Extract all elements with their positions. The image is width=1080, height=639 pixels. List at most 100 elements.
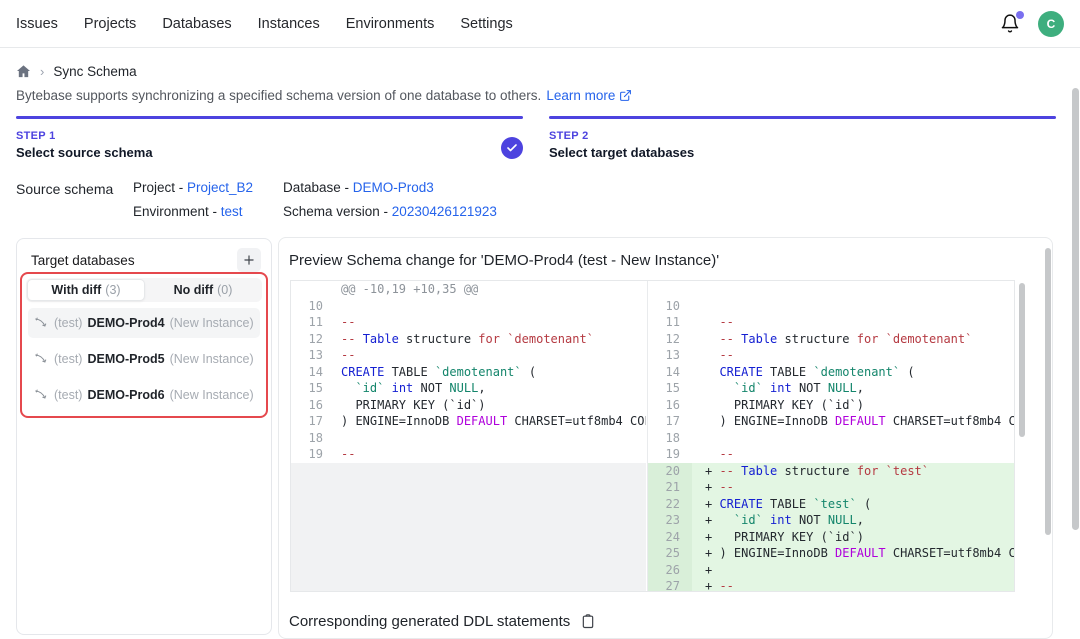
- nav-item-environments[interactable]: Environments: [346, 16, 435, 32]
- diff-line: 24+ PRIMARY KEY (`id`): [648, 529, 1015, 546]
- learn-more-link[interactable]: Learn more: [546, 88, 632, 103]
- nav-item-issues[interactable]: Issues: [16, 16, 58, 32]
- target-databases-title: Target databases: [31, 253, 135, 268]
- environment-link[interactable]: test: [221, 204, 243, 219]
- nav-item-instances[interactable]: Instances: [258, 16, 320, 32]
- diff-filter-tabs: With diff(3)No diff(0): [26, 278, 262, 302]
- database-name: DEMO-Prod5: [87, 352, 164, 366]
- tab-label: No diff: [174, 283, 214, 297]
- step-complete-check-icon: [501, 137, 523, 159]
- target-database-row[interactable]: (test)DEMO-Prod4(New Instance): [28, 308, 260, 338]
- target-database-row[interactable]: (test)DEMO-Prod5(New Instance): [28, 344, 260, 374]
- mysql-dolphin-icon: [34, 388, 49, 403]
- schema-diff-editor[interactable]: @@ -10,19 +10,35 @@1011--12-- Table stru…: [290, 280, 1015, 592]
- notifications-button[interactable]: [1000, 13, 1022, 35]
- line-number: 10: [291, 298, 341, 315]
- diff-line: 25+ ) ENGINE=InnoDB DEFAULT CHARSET=utf8…: [648, 545, 1015, 562]
- code-text: PRIMARY KEY (`id`): [692, 397, 1015, 414]
- code-text: @@ -10,19 +10,35 @@: [341, 281, 646, 298]
- diff-line: 13--: [291, 347, 646, 364]
- diff-line: 15 `id` int NOT NULL,: [291, 380, 646, 397]
- line-number: 13: [291, 347, 341, 364]
- nav-item-projects[interactable]: Projects: [84, 16, 136, 32]
- editor-scrollbar[interactable]: [1019, 283, 1025, 437]
- code-text: `id` int NOT NULL,: [692, 380, 1015, 397]
- copy-ddl-button[interactable]: [580, 613, 596, 630]
- line-number: 16: [291, 397, 341, 414]
- diff-line: 17) ENGINE=InnoDB DEFAULT CHARSET=utf8mb…: [291, 413, 646, 430]
- schema-version-link[interactable]: 20230426121923: [392, 204, 497, 219]
- line-number: 12: [648, 331, 692, 348]
- step-2-bar: [549, 116, 1056, 119]
- project-link[interactable]: Project_B2: [187, 180, 253, 195]
- nav-menu: Issues Projects Databases Instances Environm…: [16, 16, 513, 32]
- line-number: 22: [648, 496, 692, 513]
- code-text: [341, 430, 646, 447]
- line-number: 18: [291, 430, 341, 447]
- home-icon[interactable]: [16, 64, 31, 79]
- tab-no-diff[interactable]: No diff(0): [145, 279, 261, 301]
- database-link[interactable]: DEMO-Prod3: [353, 180, 434, 195]
- diff-line: 27+ --: [648, 578, 1015, 591]
- line-number: 14: [291, 364, 341, 381]
- mysql-dolphin-icon: [34, 316, 49, 331]
- code-text: --: [341, 446, 646, 463]
- diff-line: 19--: [291, 446, 646, 463]
- target-database-row[interactable]: (test)DEMO-Prod6(New Instance): [28, 380, 260, 410]
- line-number: 24: [648, 529, 692, 546]
- step-1-bar: [16, 116, 523, 119]
- diff-line: 15 `id` int NOT NULL,: [648, 380, 1015, 397]
- line-number: [648, 281, 692, 298]
- code-text: CREATE TABLE `demotenant` (: [692, 364, 1015, 381]
- panel-scrollbar[interactable]: [1045, 248, 1051, 535]
- line-number: 17: [648, 413, 692, 430]
- code-text: --: [341, 314, 646, 331]
- line-number: 27: [648, 578, 692, 591]
- code-text: + ) ENGINE=InnoDB DEFAULT CHARSET=utf8mb…: [692, 545, 1015, 562]
- diff-line: 16 PRIMARY KEY (`id`): [291, 397, 646, 414]
- code-text: `id` int NOT NULL,: [341, 380, 646, 397]
- diff-line: 22+ CREATE TABLE `test` (: [648, 496, 1015, 513]
- line-number: 15: [648, 380, 692, 397]
- code-text: [692, 281, 1015, 298]
- line-number: 20: [648, 463, 692, 480]
- source-version-field: Schema version - 20230426121923: [283, 204, 497, 219]
- step-1-label: STEP 1: [16, 130, 523, 142]
- diff-line: 10: [648, 298, 1015, 315]
- breadcrumb: › Sync Schema: [16, 64, 137, 79]
- step-1: STEP 1 Select source schema: [16, 116, 523, 160]
- source-environment-field: Environment - test: [133, 204, 283, 219]
- notification-dot: [1016, 11, 1024, 19]
- add-target-database-button[interactable]: [237, 248, 261, 272]
- code-text: [692, 430, 1015, 447]
- intro-text: Bytebase supports synchronizing a specif…: [16, 88, 632, 103]
- line-number: 19: [648, 446, 692, 463]
- target-databases-panel: Target databases With diff(3)No diff(0) …: [16, 238, 272, 635]
- diff-pane-target: 10 11 --12 -- Table structure for `demot…: [647, 281, 1015, 591]
- database-name: DEMO-Prod6: [87, 388, 164, 402]
- tab-with-diff[interactable]: With diff(3): [27, 279, 145, 301]
- code-text: ) ENGINE=InnoDB DEFAULT CHARSET=utf8mb4 …: [692, 413, 1015, 430]
- code-text: [692, 298, 1015, 315]
- avatar[interactable]: C: [1038, 11, 1064, 37]
- diff-line: 18: [648, 430, 1015, 447]
- source-database-field: Database - DEMO-Prod3: [283, 180, 497, 195]
- code-text: --: [692, 314, 1015, 331]
- diff-line: 23+ `id` int NOT NULL,: [648, 512, 1015, 529]
- line-number: 18: [648, 430, 692, 447]
- nav-item-settings[interactable]: Settings: [460, 16, 512, 32]
- step-1-title: Select source schema: [16, 145, 523, 160]
- code-text: + -- Table structure for `test`: [692, 463, 1015, 480]
- diff-line: 16 PRIMARY KEY (`id`): [648, 397, 1015, 414]
- nav-item-databases[interactable]: Databases: [162, 16, 231, 32]
- diff-line: 19 --: [648, 446, 1015, 463]
- database-name: DEMO-Prod4: [87, 316, 164, 330]
- line-number: 16: [648, 397, 692, 414]
- line-number: 11: [291, 314, 341, 331]
- diff-line: 13 --: [648, 347, 1015, 364]
- diff-line: 12 -- Table structure for `demotenant`: [648, 331, 1015, 348]
- line-number: 11: [648, 314, 692, 331]
- diff-line: 12-- Table structure for `demotenant`: [291, 331, 646, 348]
- page-scrollbar[interactable]: [1072, 88, 1079, 530]
- step-2-title: Select target databases: [549, 145, 1056, 160]
